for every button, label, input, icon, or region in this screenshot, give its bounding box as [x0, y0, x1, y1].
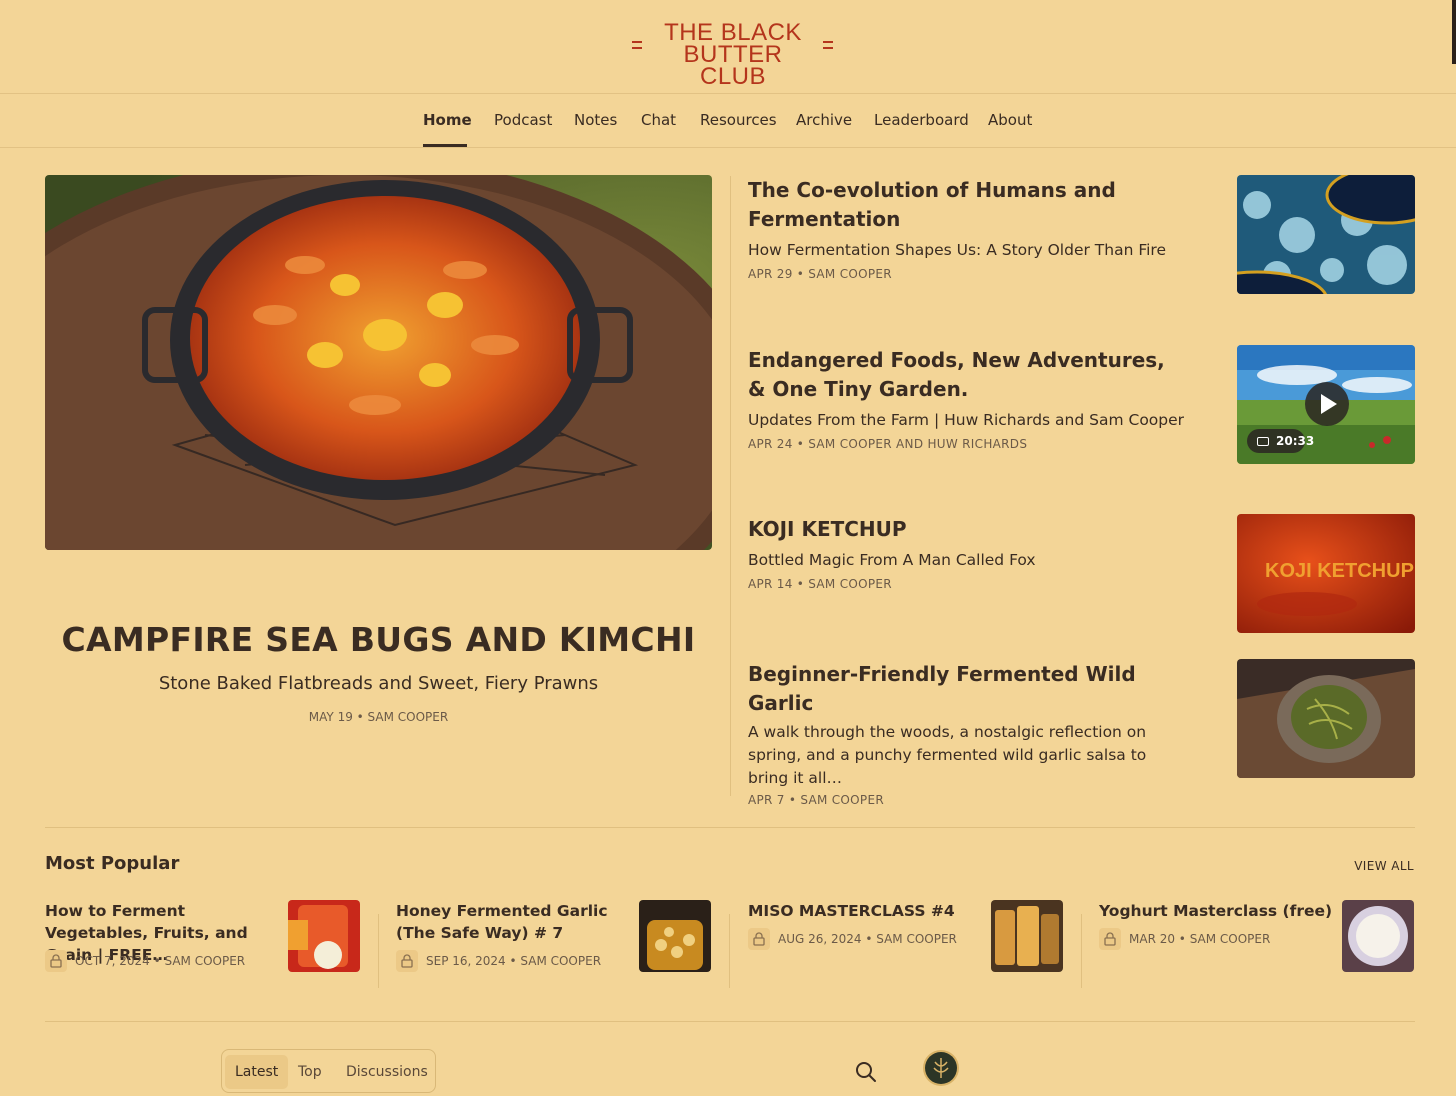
nav-archive[interactable]: Archive — [796, 111, 852, 129]
popular-thumbnail[interactable] — [991, 900, 1063, 972]
nav-active-underline — [423, 144, 467, 147]
popular-title[interactable]: MISO MASTERCLASS #4 — [748, 900, 983, 922]
logo-text: THE BLACK BUTTER CLUB — [650, 21, 816, 90]
feed-tabs: Latest Top Discussions — [221, 1049, 436, 1093]
post-thumbnail[interactable] — [1237, 659, 1415, 778]
post-thumbnail[interactable] — [1237, 175, 1415, 294]
hero-image[interactable] — [45, 175, 712, 550]
logo-left-bar — [632, 41, 642, 49]
post-meta: APR 14 • SAM COOPER — [748, 577, 892, 591]
nav-home[interactable]: Home — [423, 111, 472, 129]
post-item[interactable]: KOJI KETCHUP Bottled Magic From A Man Ca… — [748, 515, 1188, 591]
popular-meta: AUG 26, 2024 • SAM COOPER — [748, 928, 957, 950]
popular-item[interactable]: Honey Fermented Garlic (The Safe Way) # … — [396, 900, 711, 990]
popular-item[interactable]: MISO MASTERCLASS #4 AUG 26, 2024 • SAM C… — [748, 900, 1063, 990]
tab-latest[interactable]: Latest — [225, 1055, 289, 1089]
hero-meta: MAY 19 • SAM COOPER — [308, 710, 449, 724]
tab-discussions[interactable]: Discussions — [336, 1055, 438, 1089]
section-divider — [45, 827, 1415, 828]
popular-item[interactable]: Yoghurt Masterclass (free) MAR 20 • SAM … — [1099, 900, 1414, 990]
popular-item[interactable]: How to Ferment Vegetables, Fruits, and G… — [45, 900, 360, 990]
popular-meta-text: AUG 26, 2024 • SAM COOPER — [778, 932, 957, 946]
video-duration: 20:33 — [1276, 434, 1315, 448]
nav-leaderboard[interactable]: Leaderboard — [874, 111, 969, 129]
post-title[interactable]: Endangered Foods, New Adventures, & One … — [748, 346, 1188, 404]
popular-meta-text: SEP 16, 2024 • SAM COOPER — [426, 954, 602, 968]
site-header: THE BLACK BUTTER CLUB — [0, 0, 1456, 94]
publication-avatar[interactable] — [923, 1050, 959, 1086]
lock-icon — [45, 950, 67, 972]
post-meta: APR 29 • SAM COOPER — [748, 267, 892, 281]
hero-title[interactable]: CAMPFIRE SEA BUGS AND KIMCHI — [45, 620, 712, 659]
popular-title[interactable]: Honey Fermented Garlic (The Safe Way) # … — [396, 900, 631, 944]
most-popular-heading: Most Popular — [45, 853, 180, 874]
popular-title[interactable]: Yoghurt Masterclass (free) — [1099, 900, 1334, 922]
avatar-image — [925, 1052, 957, 1084]
nav-notes[interactable]: Notes — [574, 111, 617, 129]
post-title[interactable]: KOJI KETCHUP — [748, 515, 1188, 544]
logo-line-2: BUTTER CLUB — [683, 41, 783, 90]
post-video-thumbnail[interactable]: 20:33 — [1237, 345, 1415, 464]
popular-thumbnail[interactable] — [639, 900, 711, 972]
hero-subtitle: Stone Baked Flatbreads and Sweet, Fiery … — [158, 673, 599, 694]
nav-chat[interactable]: Chat — [641, 111, 676, 129]
nav-podcast[interactable]: Podcast — [494, 111, 552, 129]
popular-meta: MAR 20 • SAM COOPER — [1099, 928, 1270, 950]
post-subtitle: Updates From the Farm | Huw Richards and… — [748, 411, 1185, 429]
popular-thumbnail[interactable] — [1342, 900, 1414, 972]
post-meta: APR 7 • SAM COOPER — [748, 793, 884, 807]
lock-icon — [396, 950, 418, 972]
popular-divider — [729, 914, 730, 988]
popular-thumbnail[interactable] — [288, 900, 360, 972]
post-subtitle: Bottled Magic From A Man Called Fox — [748, 551, 1036, 569]
main-nav: Home Podcast Notes Chat Resources Archiv… — [0, 94, 1456, 148]
search-icon[interactable] — [855, 1061, 877, 1087]
popular-divider — [1081, 914, 1082, 988]
post-title[interactable]: The Co-evolution of Humans and Fermentat… — [748, 176, 1188, 234]
popular-meta-text: MAR 20 • SAM COOPER — [1129, 932, 1271, 946]
view-all-link[interactable]: VIEW ALL — [1354, 859, 1414, 873]
post-thumbnail[interactable]: KOJI KETCHUP — [1237, 514, 1415, 633]
lock-icon — [748, 928, 770, 950]
post-item[interactable]: The Co-evolution of Humans and Fermentat… — [748, 176, 1188, 281]
column-divider — [730, 176, 731, 796]
popular-meta-text: OCT 7, 2024 • SAM COOPER — [75, 954, 246, 968]
popular-meta: OCT 7, 2024 • SAM COOPER — [45, 950, 245, 972]
site-logo[interactable]: THE BLACK BUTTER CLUB — [630, 21, 836, 89]
tab-top[interactable]: Top — [288, 1055, 332, 1089]
post-item[interactable]: Endangered Foods, New Adventures, & One … — [748, 346, 1188, 451]
popular-divider — [378, 914, 379, 988]
post-subtitle: A walk through the woods, a nostalgic re… — [748, 723, 1147, 787]
lock-icon — [1099, 928, 1121, 950]
post-meta: APR 24 • SAM COOPER AND HUW RICHARDS — [748, 437, 1028, 451]
post-item[interactable]: Beginner-Friendly Fermented Wild Garlic … — [748, 660, 1188, 807]
logo-right-bar — [823, 41, 833, 49]
edge-bar — [1452, 0, 1456, 64]
nav-resources[interactable]: Resources — [700, 111, 777, 129]
post-subtitle: How Fermentation Shapes Us: A Story Olde… — [748, 241, 1166, 259]
post-title[interactable]: Beginner-Friendly Fermented Wild Garlic — [748, 660, 1188, 718]
nav-about[interactable]: About — [988, 111, 1032, 129]
section-divider — [45, 1021, 1415, 1022]
popular-meta: SEP 16, 2024 • SAM COOPER — [396, 950, 601, 972]
video-camera-icon — [1257, 437, 1269, 446]
thumbnail-overlay-text: KOJI KETCHUP — [1265, 560, 1414, 582]
